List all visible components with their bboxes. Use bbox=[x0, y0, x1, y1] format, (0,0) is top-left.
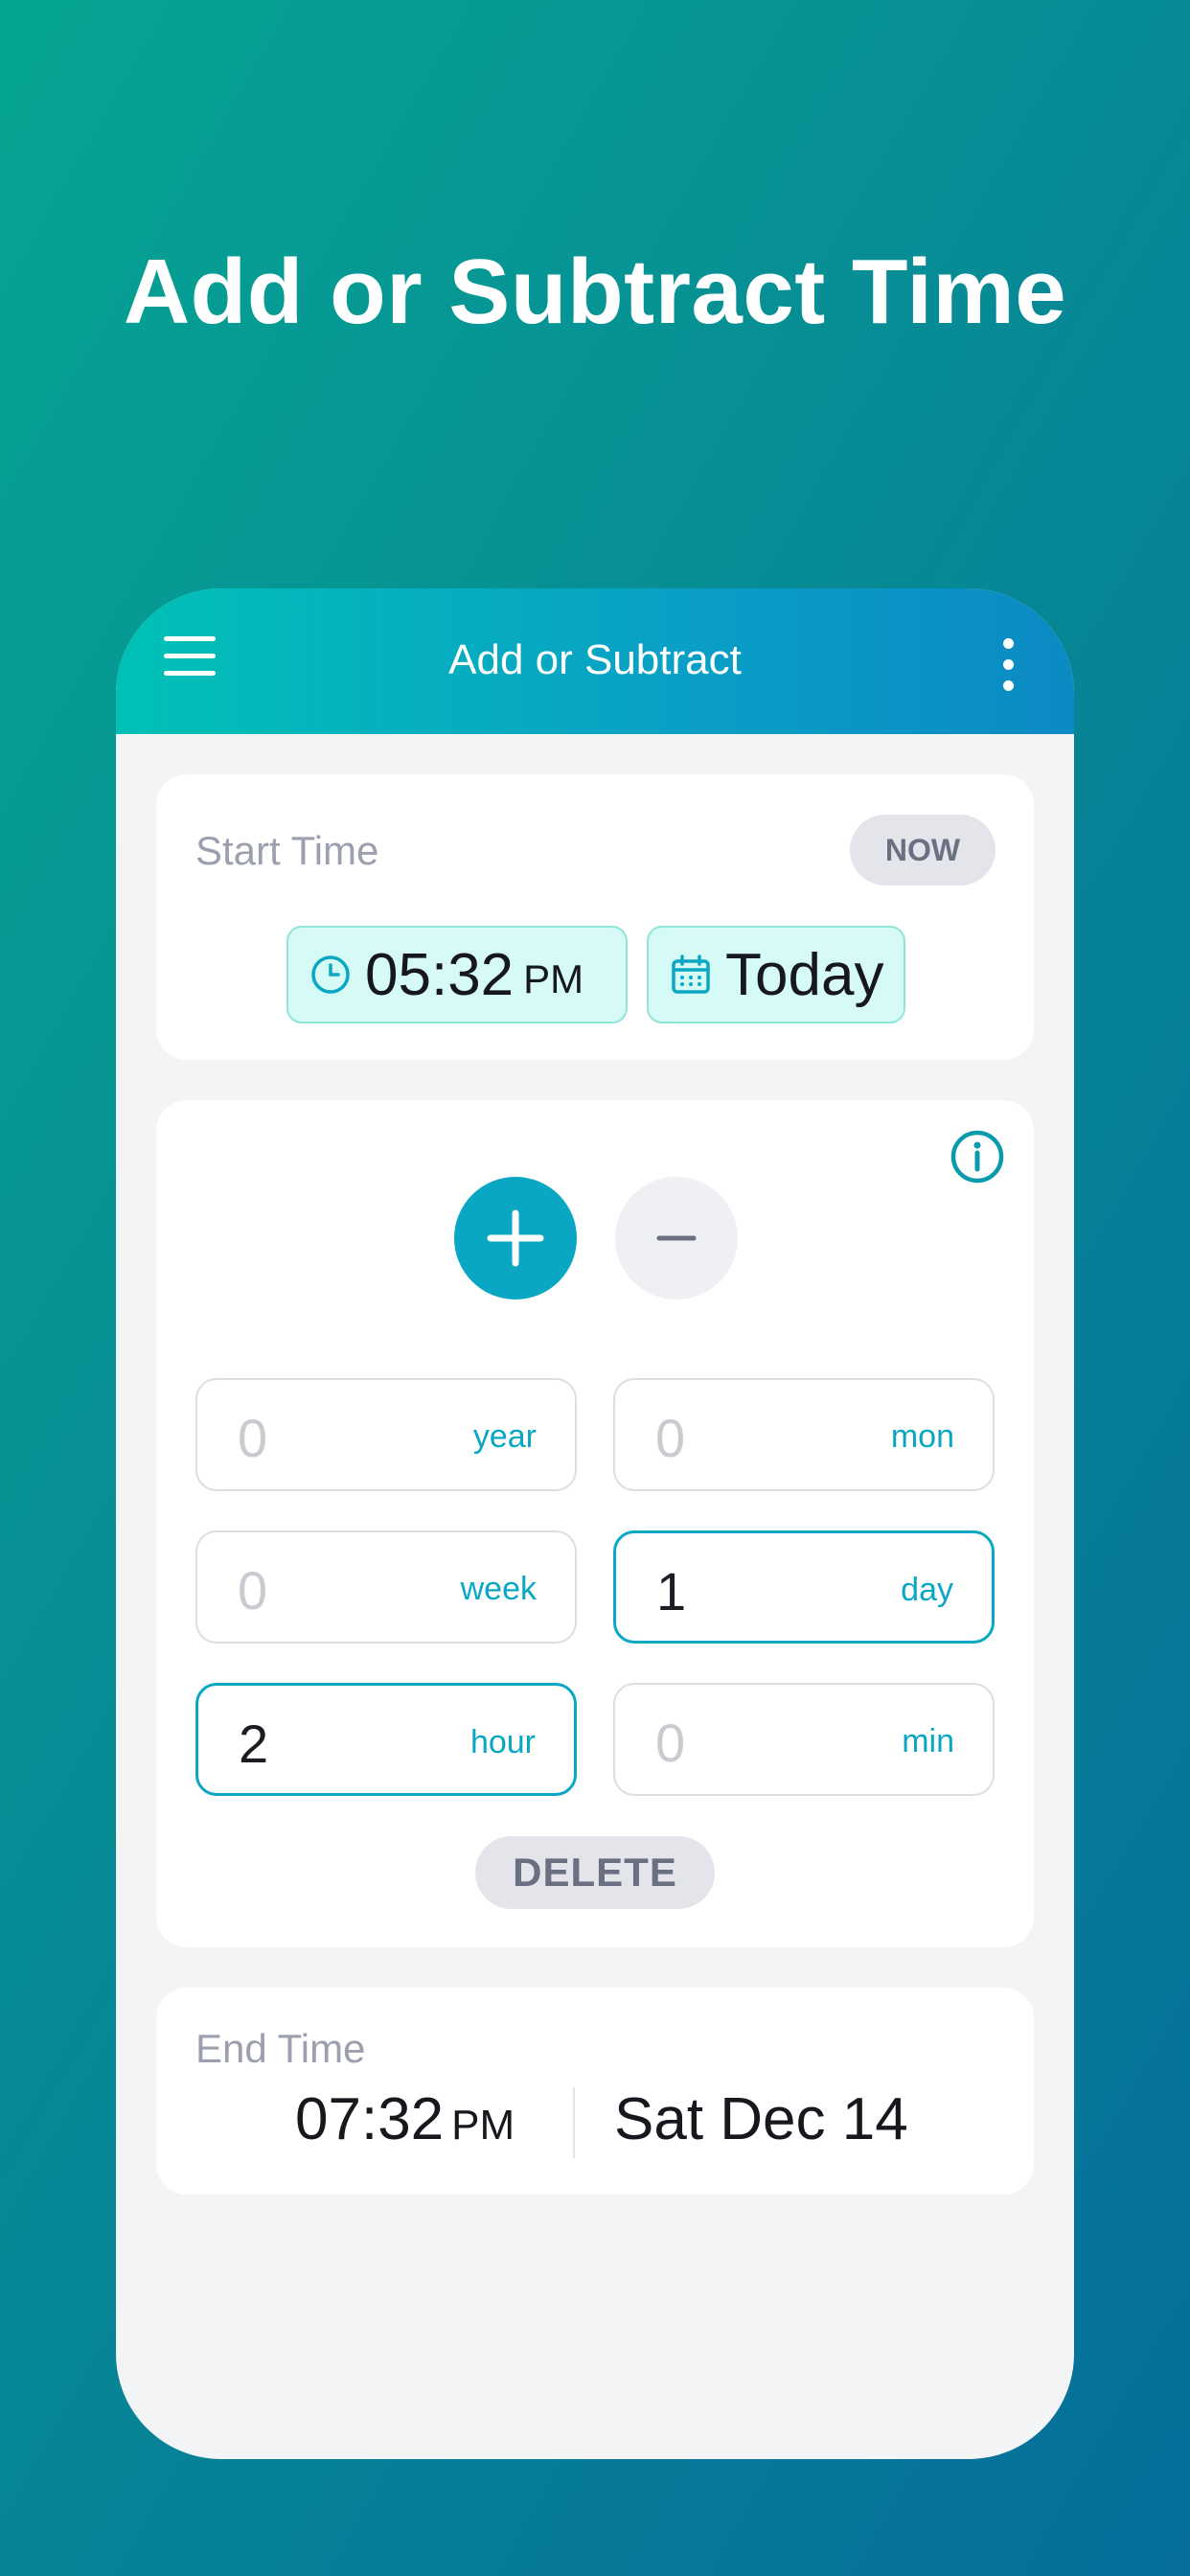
end-time: 07:32 PM bbox=[295, 2085, 515, 2153]
more-vertical-icon[interactable] bbox=[1003, 638, 1015, 691]
start-time-ampm: PM bbox=[523, 956, 584, 1001]
phone-screen: Add or Subtract Start Time NOW 05:32 PM bbox=[116, 588, 1074, 2459]
start-time-label: Start Time bbox=[195, 828, 379, 873]
start-date-chip[interactable]: Today bbox=[647, 926, 905, 1024]
field-unit: week bbox=[460, 1571, 537, 1607]
field-unit: mon bbox=[890, 1418, 954, 1455]
subtract-button[interactable] bbox=[615, 1177, 738, 1300]
field-unit: day bbox=[901, 1572, 953, 1608]
minus-icon bbox=[656, 1235, 697, 1241]
months-field[interactable]: 0 mon bbox=[613, 1378, 995, 1491]
app-bar-title: Add or Subtract bbox=[448, 636, 742, 683]
end-time-value: 07:32 bbox=[295, 2086, 445, 2152]
start-time-value: 05:32 bbox=[365, 941, 515, 1008]
field-value: 1 bbox=[656, 1561, 687, 1622]
field-value: 0 bbox=[238, 1408, 268, 1468]
field-value: 2 bbox=[239, 1714, 269, 1774]
divider bbox=[573, 2087, 575, 2158]
plus-icon bbox=[487, 1209, 544, 1267]
end-time-card: End Time 07:32 PM Sat Dec 14 bbox=[156, 1988, 1034, 2195]
minutes-field[interactable]: 0 min bbox=[613, 1683, 995, 1796]
now-button[interactable]: NOW bbox=[850, 815, 995, 886]
years-field[interactable]: 0 year bbox=[195, 1378, 577, 1491]
promo-headline: Add or Subtract Time bbox=[123, 241, 1067, 343]
end-time-ampm: PM bbox=[451, 2102, 515, 2149]
field-value: 0 bbox=[238, 1560, 268, 1621]
clock-icon bbox=[311, 955, 350, 994]
field-unit: year bbox=[472, 1418, 537, 1455]
end-date-value: Sat Dec 14 bbox=[614, 2086, 908, 2152]
start-time-card: Start Time NOW 05:32 PM Today bbox=[156, 774, 1034, 1060]
delete-button[interactable]: DELETE bbox=[475, 1836, 715, 1909]
start-date-value: Today bbox=[725, 941, 884, 1008]
duration-card: 0 year 0 mon 0 week 1 day 2 hour 0 min D… bbox=[156, 1100, 1034, 1947]
info-icon[interactable] bbox=[950, 1129, 1005, 1184]
hours-field[interactable]: 2 hour bbox=[195, 1683, 577, 1796]
app-bar: Add or Subtract bbox=[116, 588, 1074, 734]
add-button[interactable] bbox=[454, 1177, 577, 1300]
field-value: 0 bbox=[655, 1408, 686, 1468]
weeks-field[interactable]: 0 week bbox=[195, 1530, 577, 1644]
days-field[interactable]: 1 day bbox=[613, 1530, 995, 1644]
field-value: 0 bbox=[655, 1713, 686, 1773]
end-time-label: End Time bbox=[195, 2026, 366, 2071]
calendar-icon bbox=[672, 954, 710, 994]
field-unit: hour bbox=[469, 1724, 536, 1760]
start-time-chip[interactable]: 05:32 PM bbox=[286, 926, 628, 1024]
field-unit: min bbox=[902, 1723, 954, 1760]
